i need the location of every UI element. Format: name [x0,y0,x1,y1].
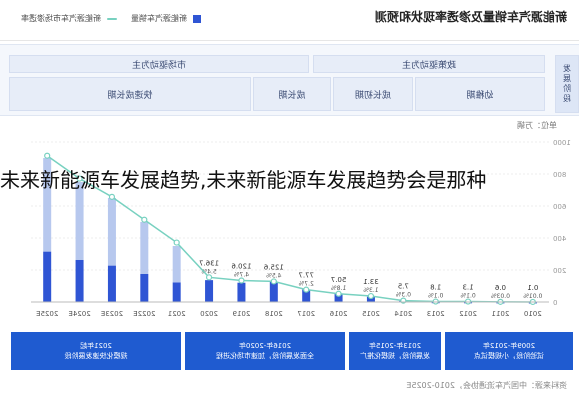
value-label: 7.5 [398,283,409,291]
timeline-desc: 试验阶段，小规模试点 [474,352,544,360]
legend-line-swatch [107,17,117,20]
value-label: 1.8 [430,284,441,292]
bar-2025E [43,251,52,302]
legend-line-label: 新能源汽车市场渗透率 [21,14,101,23]
legend-bar-label: 新能源汽车销量 [131,14,187,23]
phase-panel: 发展阶段 政策驱动为主 市场驱动为主 幼稚期 成长初期 成长期 快速成长期 [0,44,579,116]
timeline-desc: 发展阶段，规模化推广 [360,352,430,360]
x-tick-label: 2016 [329,310,347,318]
x-tick-label: 2012 [459,310,477,318]
y-tick-label: 200 [553,267,566,275]
timeline-years: 2016年-2020年 [238,342,292,350]
value-label: 136.7 [199,259,219,267]
value-label: 125.6 [263,263,284,271]
value-label: 120.6 [231,263,252,271]
line-point-2025E [44,152,51,159]
value-label: 1.3 [462,284,473,292]
timeline-box-1: 2009年-2012年 试验阶段，小规模试点 [445,332,573,370]
line-point-2016 [335,290,342,297]
value-label: 0.1 [527,284,538,292]
timeline-desc: 全面发展阶段，加速市场化进程 [216,352,314,360]
y-tick-label: 0 [553,299,557,307]
bar-2018 [269,281,278,302]
line-point-2020 [205,274,213,281]
legend-bar-swatch [193,14,201,23]
chart-title: 新能源汽车销量及渗透率现状和预测 [374,10,567,24]
value-label: 0.6 [494,284,506,292]
stage-rapid-growth: 快速成长期 [9,77,251,111]
rate-label: 2.7% [298,281,314,288]
timeline-years: 2013年-2015年 [368,342,422,350]
legend: 新能源汽车销量 新能源汽车市场渗透率 [21,13,201,24]
x-tick-label: 2017 [297,310,315,318]
x-tick-label: 2010 [524,310,542,318]
bar-2024E [75,260,84,302]
x-tick-label: 2014 [394,310,412,318]
bar-2022E [140,274,149,302]
y-tick-label: 600 [553,203,566,211]
line-point-2022E [141,216,148,223]
y-tick-label: 1000 [553,139,571,147]
market-driven-label: 市场驱动为主 [9,55,309,73]
line-point-2021 [173,239,180,246]
x-tick-label: 2019 [233,310,251,318]
value-label: 33.1 [363,278,379,286]
x-tick-label: 2025E [36,310,58,318]
timeline-desc: 规模化快速发展阶段 [64,352,128,360]
x-tick-label: 2018 [265,310,283,318]
source-note: 资料来源：中国汽车流通协会，2010-2025E [406,381,567,390]
stage-growth: 成长期 [253,77,331,111]
x-tick-label: 2013 [427,310,445,318]
timeline-box-2: 2013年-2015年 发展阶段，规模化推广 [349,332,441,370]
line-point-2015 [367,292,375,300]
x-tick-label: 2023E [101,310,123,318]
policy-driven-label: 政策驱动为主 [313,55,545,73]
stage-infant: 幼稚期 [415,77,545,111]
bar-2019 [237,282,246,302]
timeline-strip: 2009年-2012年 试验阶段，小规模试点 2013年-2015年 发展阶段，… [0,330,579,372]
x-tick-label: 2024E [68,310,90,318]
timeline-box-4: 2021年起 规模化快速发展阶段 [11,332,181,370]
value-label: 77.7 [298,272,314,280]
line-point-2019 [238,277,245,284]
bar-2023E [107,265,116,302]
sales-chart: 020040060080010000.10.01%20100.60.03%201… [31,139,571,318]
timeline-years: 2009年-2012年 [482,342,536,350]
value-label: 50.7 [331,276,347,284]
timeline-years: 2021年起 [80,342,112,350]
overlay-caption: 未来新能源车发展趋势,未来新能源车发展趋势会是那种 [0,168,487,192]
x-tick-label: 2021 [168,310,186,318]
line-point-2017 [303,286,310,293]
bar-forecast-2022E [140,222,149,274]
mirrored-infographic: 新能源汽车销量及渗透率现状和预测 新能源汽车销量 新能源汽车市场渗透率 发展阶段… [0,0,579,400]
bar-forecast-2021 [172,246,181,283]
x-tick-label: 2020 [200,310,218,318]
line-point-2023E [108,193,116,200]
bar-2020 [205,280,214,302]
x-tick-label: 2022E [133,310,155,318]
phase-side-label: 发展阶段 [555,55,579,113]
x-tick-label: 2015 [362,310,380,318]
bar-2021 [172,282,181,302]
stage-early-growth: 成长初期 [333,77,413,111]
bar-forecast-2023E [107,198,116,266]
timeline-box-3: 2016年-2020年 全面发展阶段，加速市场化进程 [185,332,345,370]
header-bar: 新能源汽车销量及渗透率现状和预测 新能源汽车销量 新能源汽车市场渗透率 [0,0,579,41]
y-tick-label: 400 [553,235,566,243]
x-tick-label: 2011 [492,310,510,318]
line-point-2018 [270,278,277,285]
